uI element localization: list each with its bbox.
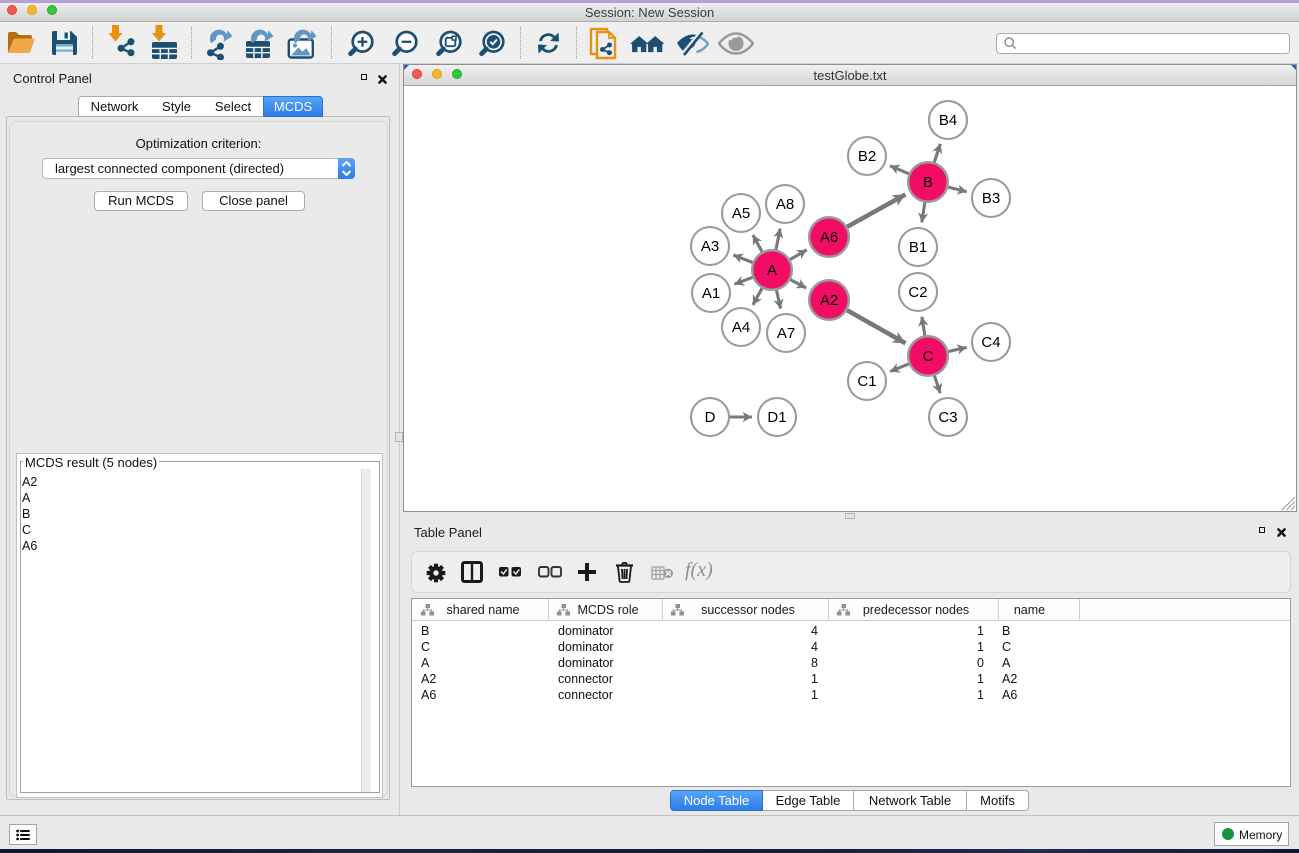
svg-text:C1: C1 <box>857 373 876 390</box>
svg-text:A4: A4 <box>732 319 750 336</box>
svg-text:A6: A6 <box>820 229 838 246</box>
svg-text:B4: B4 <box>939 112 957 129</box>
svg-text:C2: C2 <box>908 284 927 301</box>
svg-text:A3: A3 <box>701 238 719 255</box>
svg-text:B2: B2 <box>858 148 876 165</box>
svg-text:A7: A7 <box>777 325 795 342</box>
svg-text:B1: B1 <box>909 239 927 256</box>
svg-text:D: D <box>705 409 716 426</box>
svg-text:B3: B3 <box>982 190 1000 207</box>
svg-text:A5: A5 <box>732 205 750 222</box>
svg-text:A1: A1 <box>702 285 720 302</box>
svg-text:A: A <box>767 262 777 279</box>
svg-text:D1: D1 <box>767 409 786 426</box>
svg-text:C3: C3 <box>938 409 957 426</box>
svg-text:A2: A2 <box>820 292 838 309</box>
svg-text:C: C <box>923 348 934 365</box>
svg-text:A8: A8 <box>776 196 794 213</box>
svg-text:B: B <box>923 174 933 191</box>
svg-text:C4: C4 <box>981 334 1000 351</box>
